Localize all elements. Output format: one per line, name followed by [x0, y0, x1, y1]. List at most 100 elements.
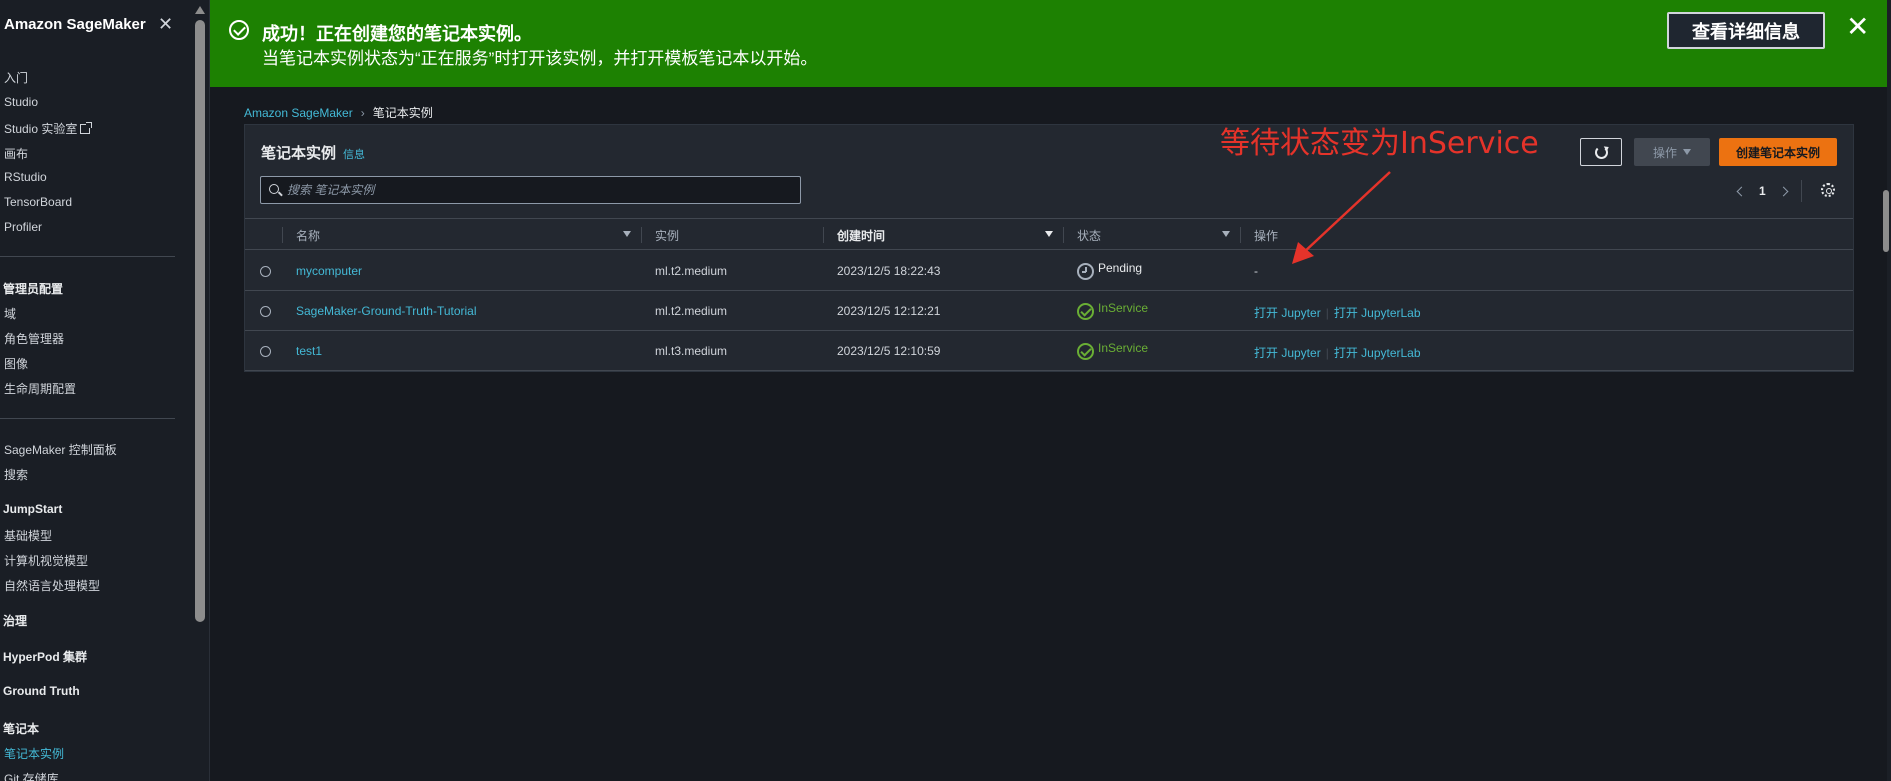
instance-type: ml.t3.medium [655, 344, 728, 358]
open-jupyter-link[interactable]: 打开 Jupyter [1254, 306, 1321, 320]
caret-down-icon [1683, 149, 1691, 155]
close-icon[interactable]: ✕ [158, 14, 173, 35]
breadcrumb-current: 笔记本实例 [372, 106, 433, 120]
sidebar-item-profiler[interactable]: Profiler [4, 220, 42, 234]
column-header-created[interactable]: 创建时间 [837, 227, 885, 244]
row-select-radio[interactable] [260, 346, 271, 357]
sidebar-item-images[interactable]: 图像 [4, 355, 28, 372]
sidebar-item-lifecycle[interactable]: 生命周期配置 [4, 380, 76, 397]
row-select-radio[interactable] [260, 306, 271, 317]
sidebar-divider [0, 418, 175, 419]
row-select-radio[interactable] [260, 266, 271, 277]
success-check-icon [1077, 343, 1094, 360]
sidebar-item-nlp-models[interactable]: 自然语言处理模型 [4, 577, 100, 594]
chevron-right-icon[interactable] [1778, 186, 1789, 196]
search-input[interactable] [287, 180, 787, 200]
table-row[interactable]: test1 ml.t3.medium 2023/12/5 12:10:59 In… [245, 331, 1853, 371]
actions-label: 操作 [1652, 145, 1677, 160]
instance-name-link[interactable]: test1 [296, 344, 322, 358]
table-row[interactable]: mycomputer ml.t2.medium 2023/12/5 18:22:… [245, 251, 1853, 291]
status-text: InService [1098, 301, 1149, 315]
sidebar-item-search[interactable]: 搜索 [4, 466, 28, 483]
column-divider [1063, 227, 1064, 243]
sidebar-item-studio-lab[interactable]: Studio 实验室 [4, 120, 93, 137]
creation-time: 2023/12/5 12:10:59 [837, 344, 941, 358]
view-details-button[interactable]: 查看详细信息 [1667, 12, 1825, 49]
sidebar-section-notebook[interactable]: 笔记本 [3, 720, 39, 737]
success-check-icon [1077, 303, 1094, 320]
sidebar-scrollbar[interactable] [194, 6, 206, 781]
row-actions: - [1254, 264, 1258, 278]
table-header: 名称 实例 创建时间 状态 操作 [245, 218, 1853, 250]
instance-name-link[interactable]: mycomputer [296, 264, 362, 278]
flash-description: 当笔记本实例状态为“正在服务”时打开该实例，并打开模板笔记本以开始。 [262, 49, 818, 68]
status-text: InService [1098, 341, 1149, 355]
pagination: 1 [1736, 180, 1802, 202]
sidebar-item-studio[interactable]: Studio [4, 95, 38, 109]
breadcrumb-root-link[interactable]: Amazon SageMaker [244, 106, 353, 120]
clock-icon [1077, 263, 1094, 280]
sidebar-section-admin[interactable]: 管理员配置 [3, 280, 63, 297]
close-icon[interactable]: ✕ [1846, 10, 1869, 43]
column-header-status[interactable]: 状态 [1077, 227, 1101, 244]
open-jupyter-link[interactable]: 打开 Jupyter [1254, 346, 1321, 360]
sidebar-item-dashboard[interactable]: SageMaker 控制面板 [4, 441, 117, 458]
sidebar-item-label: Studio 实验室 [4, 122, 78, 136]
creation-time: 2023/12/5 18:22:43 [837, 264, 941, 278]
gear-icon[interactable] [1821, 183, 1835, 197]
status-indicator: InService [1077, 301, 1148, 320]
link-separator: | [1325, 346, 1329, 360]
open-jupyterlab-link[interactable]: 打开 JupyterLab [1334, 306, 1421, 320]
open-jupyterlab-link[interactable]: 打开 JupyterLab [1334, 346, 1421, 360]
search-icon [269, 184, 279, 194]
status-text: Pending [1098, 261, 1143, 275]
sidebar-item-git-repos[interactable]: Git 存储库 [4, 770, 59, 781]
instance-name-link[interactable]: SageMaker-Ground-Truth-Tutorial [296, 304, 477, 318]
sort-icon[interactable] [1222, 231, 1230, 237]
sidebar-section-jumpstart[interactable]: JumpStart [3, 502, 62, 516]
sidebar-item-canvas[interactable]: 画布 [4, 145, 28, 162]
sidebar-item-rstudio[interactable]: RStudio [4, 170, 47, 184]
sidebar-item-foundation-models[interactable]: 基础模型 [4, 527, 52, 544]
page-number[interactable]: 1 [1759, 184, 1766, 198]
actions-dropdown-button[interactable]: 操作 [1634, 138, 1710, 166]
sidebar-item-role-manager[interactable]: 角色管理器 [4, 330, 64, 347]
creation-time: 2023/12/5 12:12:21 [837, 304, 941, 318]
sidebar-item-domains[interactable]: 域 [4, 305, 16, 322]
sidebar-divider [0, 256, 175, 257]
status-indicator: Pending [1077, 261, 1142, 280]
refresh-icon [1594, 145, 1608, 159]
info-link[interactable]: 信息 [343, 146, 365, 162]
sort-desc-icon[interactable] [1045, 231, 1053, 237]
row-actions: 打开 Jupyter | 打开 JupyterLab [1254, 344, 1421, 361]
success-flash-banner: 成功！正在创建您的笔记本实例。 当笔记本实例状态为“正在服务”时打开该实例，并打… [210, 0, 1887, 87]
sidebar-section-ground-truth[interactable]: Ground Truth [3, 684, 80, 698]
breadcrumb: Amazon SageMaker › 笔记本实例 [244, 104, 433, 121]
page-scrollbar-track[interactable] [1887, 0, 1891, 781]
link-separator: | [1325, 306, 1329, 320]
instance-type: ml.t2.medium [655, 264, 728, 278]
create-notebook-instance-button[interactable]: 创建笔记本实例 [1719, 138, 1837, 166]
sidebar-item-notebook-instances[interactable]: 笔记本实例 [4, 745, 64, 762]
page-title: 笔记本实例 [261, 145, 337, 162]
sidebar-item-cv-models[interactable]: 计算机视觉模型 [4, 552, 88, 569]
page-scrollbar-thumb[interactable] [1883, 190, 1889, 252]
column-header-name[interactable]: 名称 [296, 227, 320, 244]
sidebar-item-tensorboard[interactable]: TensorBoard [4, 195, 72, 209]
column-header-instance[interactable]: 实例 [655, 227, 679, 244]
column-divider [1240, 227, 1241, 243]
scroll-up-icon[interactable] [195, 6, 205, 14]
sidebar-item-getting-started[interactable]: 入门 [4, 69, 28, 86]
scrollbar-thumb[interactable] [195, 20, 205, 622]
sort-icon[interactable] [623, 231, 631, 237]
sidebar-section-hyperpod[interactable]: HyperPod 集群 [3, 648, 87, 665]
refresh-button[interactable] [1580, 138, 1622, 166]
chevron-right-icon: › [360, 106, 365, 120]
sidebar-brand: Amazon SageMaker [4, 16, 146, 33]
table-row[interactable]: SageMaker-Ground-Truth-Tutorial ml.t2.me… [245, 291, 1853, 331]
search-field[interactable] [260, 176, 801, 204]
success-check-icon [229, 20, 249, 40]
sidebar-section-governance[interactable]: 治理 [3, 612, 27, 629]
annotation-text: 等待状态变为InService [1220, 126, 1539, 161]
chevron-left-icon[interactable] [1736, 186, 1747, 196]
